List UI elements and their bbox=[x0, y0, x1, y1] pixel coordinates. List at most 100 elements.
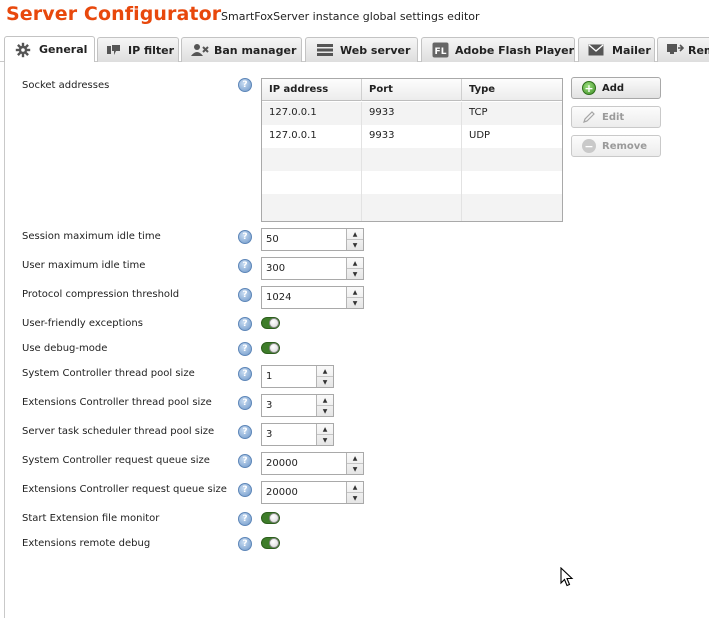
tab-label: Web server bbox=[340, 43, 411, 57]
tab-label: Ban manager bbox=[214, 43, 297, 57]
table-row[interactable]: 127.0.0.1 9933 TCP bbox=[262, 102, 562, 125]
scheduler-pool-label: Server task scheduler thread pool size bbox=[22, 426, 215, 437]
sys-pool-stepper[interactable]: 1 ▲ ▼ bbox=[261, 365, 334, 388]
ext-remote-debug-toggle[interactable] bbox=[261, 537, 280, 549]
help-icon[interactable]: ? bbox=[238, 483, 252, 497]
compression-label: Protocol compression threshold bbox=[22, 289, 180, 300]
tab-general[interactable]: General bbox=[4, 36, 95, 62]
ext-monitor-toggle[interactable] bbox=[261, 512, 280, 524]
session-idle-stepper[interactable]: 50 ▲ ▼ bbox=[261, 228, 364, 251]
ext-queue-stepper[interactable]: 20000 ▲ ▼ bbox=[261, 481, 364, 504]
help-icon[interactable]: ? bbox=[238, 512, 252, 526]
cell-ip: 127.0.0.1 bbox=[262, 125, 362, 148]
friendly-exceptions-toggle[interactable] bbox=[261, 317, 280, 329]
decrement-arrow-icon[interactable]: ▼ bbox=[317, 434, 333, 445]
sys-queue-label: System Controller request queue size bbox=[22, 455, 210, 466]
tab-label: Rem bbox=[688, 43, 709, 57]
increment-arrow-icon[interactable]: ▲ bbox=[347, 258, 363, 268]
decrement-arrow-icon[interactable]: ▼ bbox=[347, 463, 363, 474]
ip-icon bbox=[106, 43, 124, 57]
ext-queue-value[interactable]: 20000 bbox=[262, 482, 346, 503]
flash-icon: FL bbox=[432, 42, 449, 58]
remove-button[interactable]: − Remove bbox=[571, 135, 661, 157]
user-idle-value[interactable]: 300 bbox=[262, 258, 346, 279]
toggle-knob bbox=[269, 343, 279, 353]
help-icon[interactable]: ? bbox=[238, 317, 252, 331]
scheduler-pool-value[interactable]: 3 bbox=[262, 424, 316, 445]
increment-arrow-icon[interactable]: ▲ bbox=[317, 366, 333, 376]
ban-users-icon bbox=[190, 43, 209, 57]
server-icon bbox=[316, 43, 334, 57]
remote-icon bbox=[666, 43, 684, 57]
toggle-knob bbox=[269, 513, 279, 523]
column-header-type[interactable]: Type bbox=[462, 79, 562, 101]
ext-pool-label: Extensions Controller thread pool size bbox=[22, 397, 212, 408]
gear-icon bbox=[15, 42, 33, 57]
increment-arrow-icon[interactable]: ▲ bbox=[317, 424, 333, 434]
help-icon[interactable]: ? bbox=[238, 396, 252, 410]
increment-arrow-icon[interactable]: ▲ bbox=[347, 453, 363, 463]
sys-queue-value[interactable]: 20000 bbox=[262, 453, 346, 474]
ext-queue-label: Extensions Controller request queue size bbox=[22, 484, 227, 495]
increment-arrow-icon[interactable]: ▲ bbox=[317, 395, 333, 405]
ext-monitor-label: Start Extension file monitor bbox=[22, 513, 160, 524]
scheduler-pool-stepper[interactable]: 3 ▲ ▼ bbox=[261, 423, 334, 446]
table-row[interactable]: 127.0.0.1 9933 UDP bbox=[262, 125, 562, 148]
mouse-cursor-icon bbox=[560, 567, 574, 587]
minus-icon: − bbox=[582, 139, 596, 153]
tab-label: IP filter bbox=[128, 43, 175, 57]
edit-button[interactable]: Edit bbox=[571, 106, 661, 128]
ext-pool-value[interactable]: 3 bbox=[262, 395, 316, 416]
increment-arrow-icon[interactable]: ▲ bbox=[347, 287, 363, 297]
column-header-ip[interactable]: IP address bbox=[262, 79, 362, 101]
plus-icon: + bbox=[582, 81, 596, 95]
cell-port: 9933 bbox=[362, 102, 462, 125]
tab-web-server[interactable]: Web server bbox=[305, 37, 418, 62]
debug-mode-toggle[interactable] bbox=[261, 342, 280, 354]
help-icon[interactable]: ? bbox=[238, 367, 252, 381]
session-idle-label: Session maximum idle time bbox=[22, 231, 161, 242]
decrement-arrow-icon[interactable]: ▼ bbox=[317, 376, 333, 387]
ext-pool-stepper[interactable]: 3 ▲ ▼ bbox=[261, 394, 334, 417]
help-icon[interactable]: ? bbox=[238, 259, 252, 273]
session-idle-value[interactable]: 50 bbox=[262, 229, 346, 250]
user-idle-stepper[interactable]: 300 ▲ ▼ bbox=[261, 257, 364, 280]
decrement-arrow-icon[interactable]: ▼ bbox=[347, 239, 363, 250]
help-icon[interactable]: ? bbox=[238, 454, 252, 468]
decrement-arrow-icon[interactable]: ▼ bbox=[347, 492, 363, 503]
help-icon[interactable]: ? bbox=[238, 425, 252, 439]
column-header-port[interactable]: Port bbox=[362, 79, 462, 101]
socket-addresses-table: IP address Port Type 127.0.0.1 9933 TCP … bbox=[261, 78, 563, 222]
increment-arrow-icon[interactable]: ▲ bbox=[347, 229, 363, 239]
table-row-empty bbox=[262, 194, 562, 221]
remove-button-label: Remove bbox=[602, 140, 648, 152]
decrement-arrow-icon[interactable]: ▼ bbox=[347, 297, 363, 308]
decrement-arrow-icon[interactable]: ▼ bbox=[317, 405, 333, 416]
tab-label: Mailer bbox=[612, 43, 651, 57]
compression-value[interactable]: 1024 bbox=[262, 287, 346, 308]
help-icon[interactable]: ? bbox=[238, 342, 252, 356]
add-button[interactable]: + Add bbox=[571, 77, 661, 99]
socket-addresses-label: Socket addresses bbox=[22, 80, 110, 91]
tab-remote[interactable]: Rem bbox=[657, 37, 709, 62]
cell-type: TCP bbox=[469, 107, 488, 118]
tab-ban-manager[interactable]: Ban manager bbox=[181, 37, 302, 62]
decrement-arrow-icon[interactable]: ▼ bbox=[347, 268, 363, 279]
tab-adobe-flash-player[interactable]: FL Adobe Flash Player bbox=[421, 37, 575, 62]
app-header: Server Configurator SmartFoxServer insta… bbox=[0, 0, 709, 34]
table-header: IP address Port Type bbox=[262, 79, 562, 101]
cell-port: 9933 bbox=[362, 125, 462, 148]
sys-pool-value[interactable]: 1 bbox=[262, 366, 316, 387]
help-icon[interactable]: ? bbox=[238, 288, 252, 302]
help-icon[interactable]: ? bbox=[238, 537, 252, 551]
tab-ip-filter[interactable]: IP filter bbox=[97, 37, 179, 62]
increment-arrow-icon[interactable]: ▲ bbox=[347, 482, 363, 492]
user-idle-label: User maximum idle time bbox=[22, 260, 146, 271]
table-row-empty bbox=[262, 148, 562, 171]
help-icon[interactable]: ? bbox=[238, 78, 252, 92]
toggle-knob bbox=[269, 538, 279, 548]
compression-stepper[interactable]: 1024 ▲ ▼ bbox=[261, 286, 364, 309]
help-icon[interactable]: ? bbox=[238, 230, 252, 244]
sys-queue-stepper[interactable]: 20000 ▲ ▼ bbox=[261, 452, 364, 475]
tab-mailer[interactable]: Mailer bbox=[578, 37, 655, 62]
